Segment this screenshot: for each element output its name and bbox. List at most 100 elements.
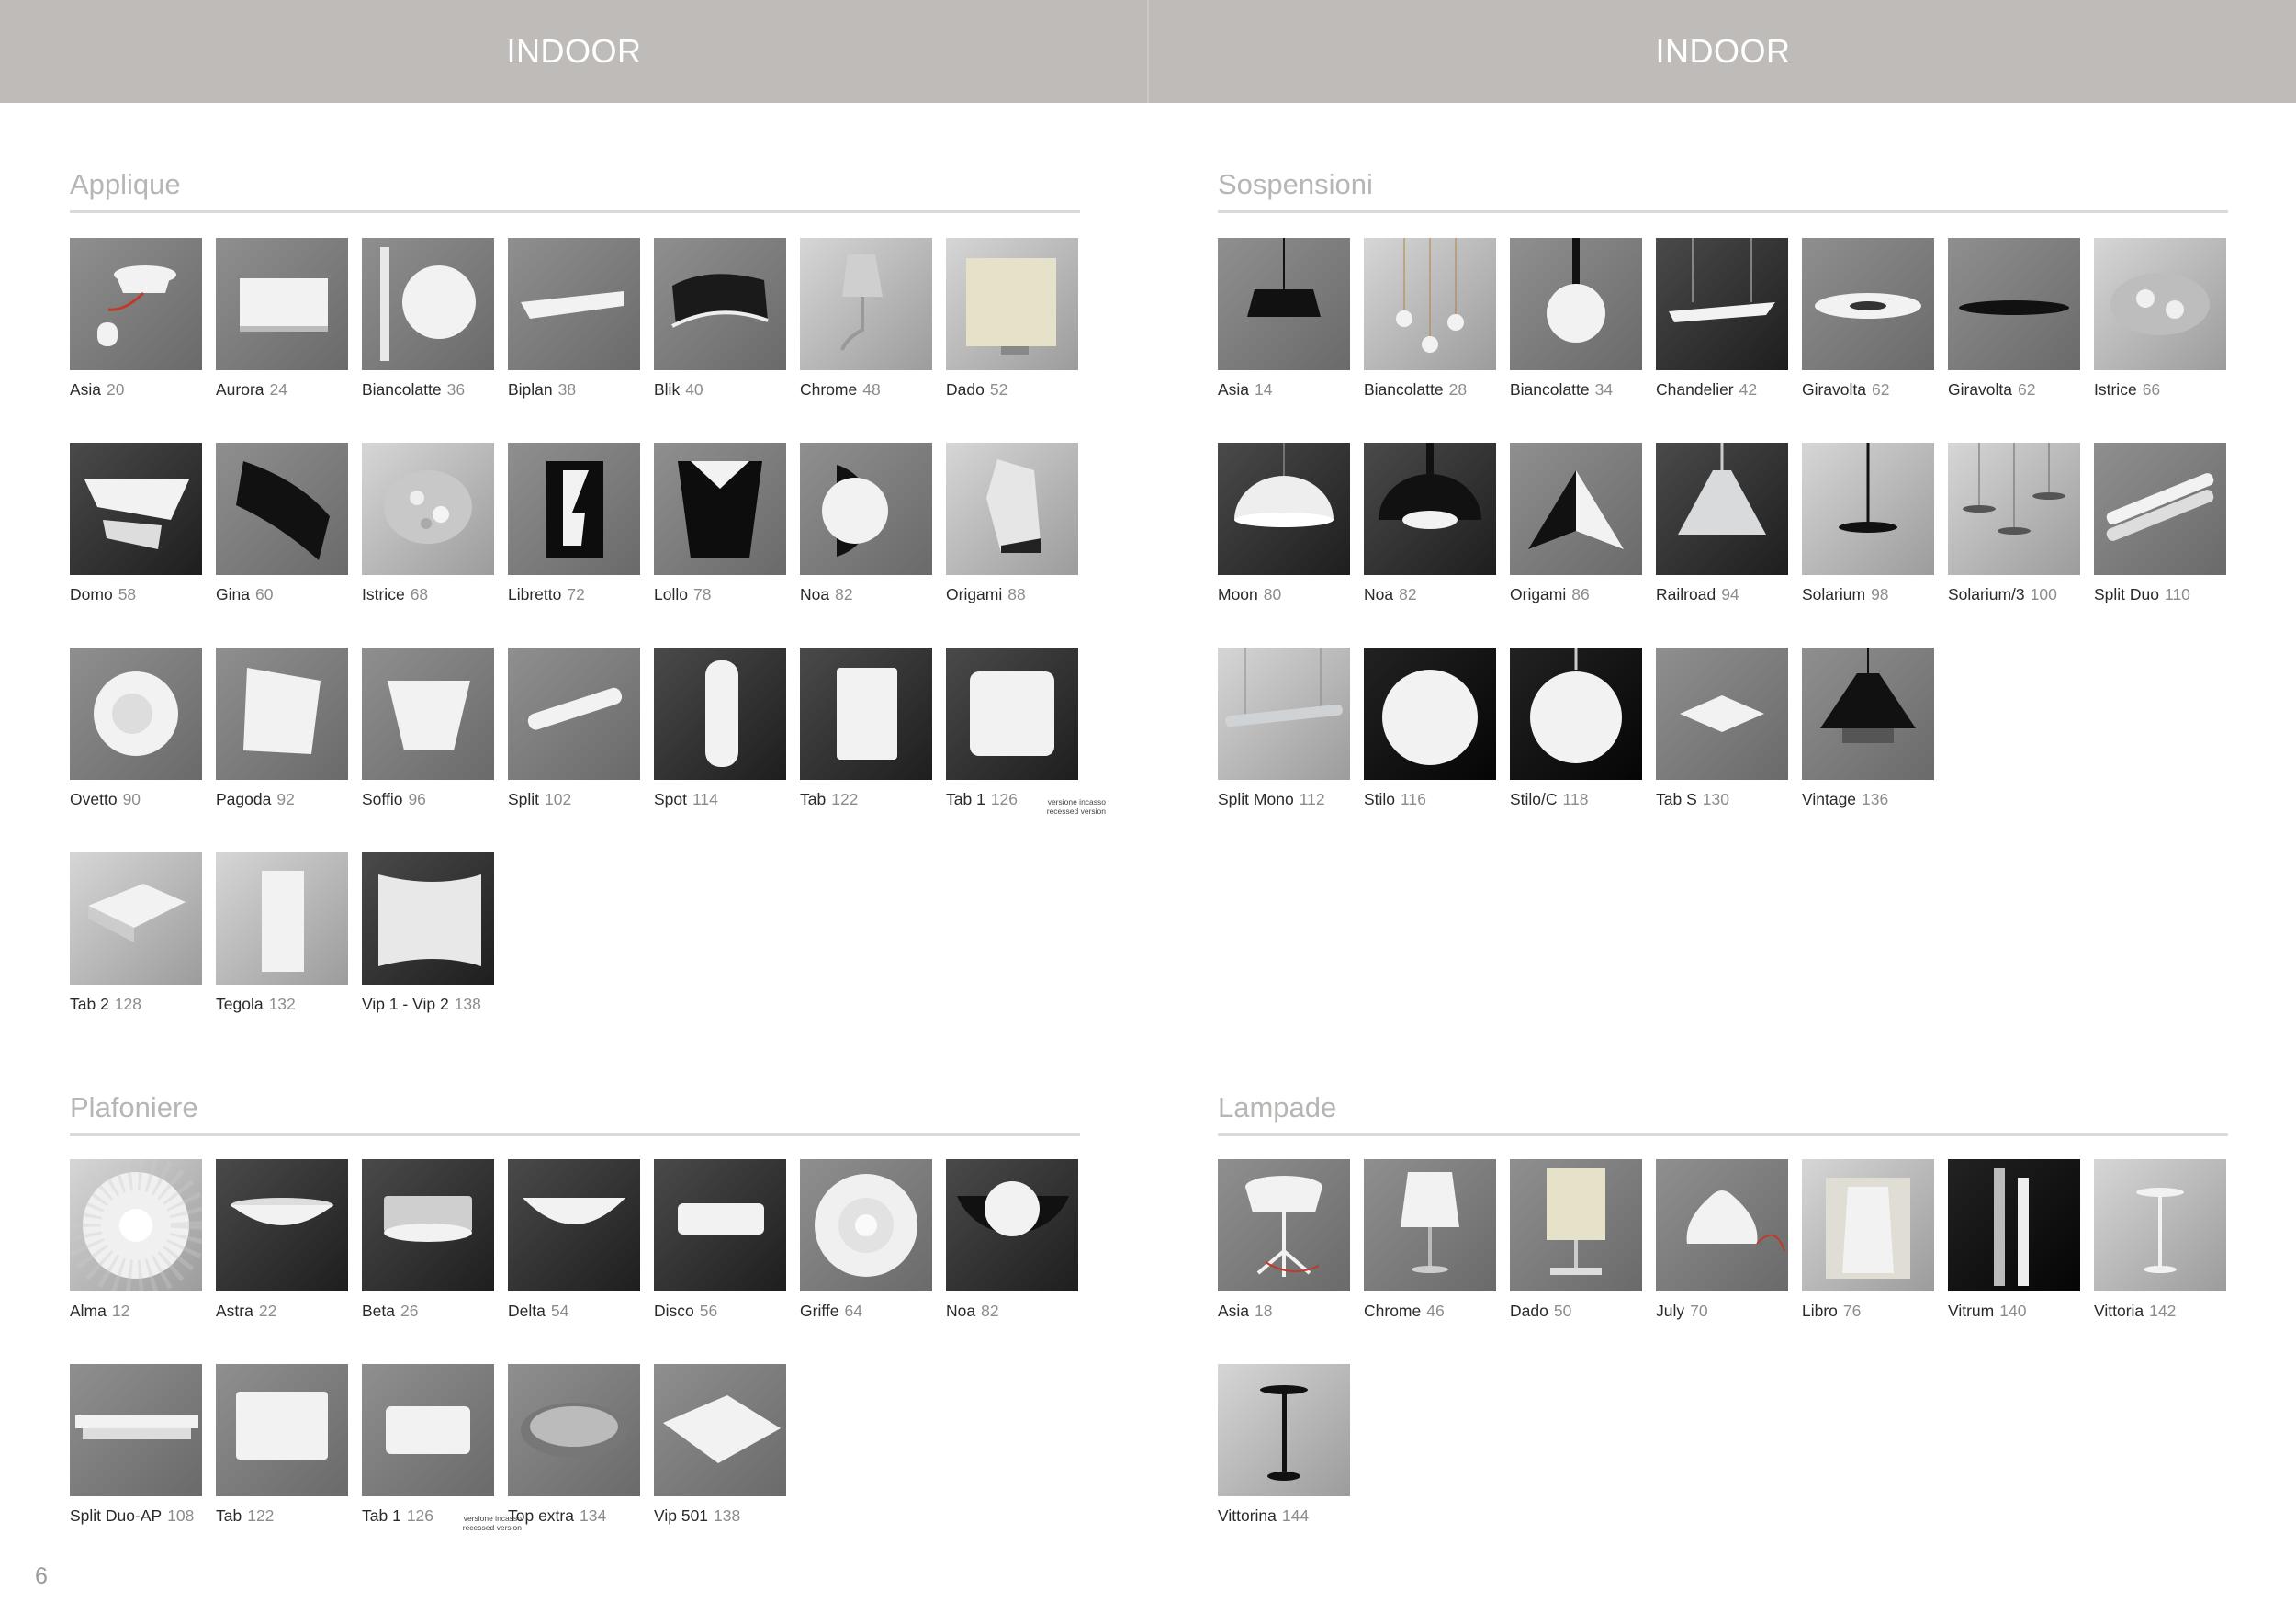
product-card[interactable]: Giravolta 62 [1802,238,1936,422]
product-card[interactable]: Vittorina 144 [1218,1364,1352,1548]
wall-book-black-icon[interactable] [508,443,640,575]
product-card[interactable]: Aurora 24 [216,238,350,422]
pendant-cage-black-icon[interactable] [1802,648,1934,780]
table-bell-icon[interactable] [1656,1159,1788,1291]
wall-tile-icon[interactable] [216,852,348,985]
product-card[interactable]: Biplan 38 [508,238,642,422]
product-card[interactable]: Spot 114 [654,648,788,831]
ceiling-half-bowl-icon[interactable] [946,1159,1078,1291]
wall-lamp-red-arm-icon[interactable] [70,238,202,370]
pendant-multi-globes-icon[interactable] [1364,238,1496,370]
ceiling-square-icon[interactable] [216,1364,348,1496]
product-card[interactable]: Noa 82 [800,443,934,626]
pendant-globe-chain-icon[interactable] [1510,648,1642,780]
product-card[interactable]: Tab S 130 [1656,648,1790,831]
product-card[interactable]: Astra 22 [216,1159,350,1343]
product-card[interactable]: Origami 88 [946,443,1080,626]
product-card[interactable]: Biancolatte 34 [1510,238,1644,422]
product-card[interactable]: Istrice 68 [362,443,496,626]
pendant-single-tube-icon[interactable] [1218,648,1350,780]
product-card[interactable]: July 70 [1656,1159,1790,1343]
ceiling-drum-chrome-icon[interactable] [362,1159,494,1291]
product-card[interactable]: Libro 76 [1802,1159,1936,1343]
product-card[interactable]: Vip 1 - Vip 2 138 [362,852,496,1036]
wall-globe-icon[interactable] [362,238,494,370]
product-card[interactable]: Origami 86 [1510,443,1644,626]
product-card[interactable]: Moon 80 [1218,443,1352,626]
product-card[interactable]: Asia 20 [70,238,204,422]
wall-crystal-icon[interactable] [362,443,494,575]
product-card[interactable]: Griffe 64 [800,1159,934,1343]
wall-curved-panel-icon[interactable] [362,852,494,985]
pendant-globe-large-icon[interactable] [1364,648,1496,780]
wall-pagoda-icon[interactable] [216,648,348,780]
pendant-disc-icon[interactable] [1948,238,2080,370]
ceiling-bowl-dark-icon[interactable] [508,1159,640,1291]
pendant-double-tube-icon[interactable] [2094,443,2226,575]
product-card[interactable]: Tab 122 [800,648,934,831]
product-card[interactable]: Top extra 134 [508,1364,642,1548]
product-card[interactable]: Chandelier 42 [1656,238,1790,422]
ceiling-disc-icon[interactable] [654,1159,786,1291]
product-card[interactable]: Tab 2 128 [70,852,204,1036]
wall-cone-white-icon[interactable] [362,648,494,780]
product-card[interactable]: Vip 501 138 [654,1364,788,1548]
pendant-dome-black-icon[interactable] [1364,443,1496,575]
pendant-solarium-three-icon[interactable] [1948,443,2080,575]
ceiling-swirl-icon[interactable] [800,1159,932,1291]
wall-fabric-cube-icon[interactable] [946,238,1078,370]
product-card[interactable]: Dado 50 [1510,1159,1644,1343]
pendant-origami-icon[interactable] [1510,443,1642,575]
wall-chrome-shade-icon[interactable] [800,238,932,370]
product-card[interactable]: Stilo/C 118 [1510,648,1644,831]
table-slim-icon[interactable] [2094,1159,2226,1291]
pendant-ring-icon[interactable] [1802,238,1934,370]
wall-round-shell-icon[interactable] [70,648,202,780]
wall-cone-black-icon[interactable] [654,443,786,575]
pendant-solarium-icon[interactable] [1802,443,1934,575]
product-card[interactable]: Istrice 66 [2094,238,2228,422]
product-card[interactable]: Split Duo 110 [2094,443,2228,626]
product-card[interactable]: Giravolta 62 [1948,238,2082,422]
product-card[interactable]: Beta 26 [362,1159,496,1343]
product-card[interactable]: Delta 54 [508,1159,642,1343]
pendant-railroad-icon[interactable] [1656,443,1788,575]
pendant-chandelier-icon[interactable] [1656,238,1788,370]
product-card[interactable]: Biancolatte 36 [362,238,496,422]
wall-panel-black-icon[interactable] [216,238,348,370]
pendant-dome-white-icon[interactable] [1218,443,1350,575]
pendant-globe-icon[interactable] [1510,238,1642,370]
product-card[interactable]: Stilo 116 [1364,648,1498,831]
wall-half-bowl-icon[interactable] [800,443,932,575]
product-card[interactable]: Solarium 98 [1802,443,1936,626]
product-card[interactable]: Chrome 46 [1364,1159,1498,1343]
wall-bar-icon[interactable] [508,238,640,370]
product-card[interactable]: Chrome 48 [800,238,934,422]
product-card[interactable]: Asia 18 [1218,1159,1352,1343]
wall-wave-black-icon[interactable] [654,238,786,370]
product-card[interactable]: Ovetto 90 [70,648,204,831]
product-card[interactable]: Biancolatte 28 [1364,238,1498,422]
wall-recessed-square-icon[interactable] [946,648,1078,780]
product-card[interactable]: Asia 14 [1218,238,1352,422]
pendant-drum-black-icon[interactable] [1218,238,1350,370]
product-card[interactable]: Lollo 78 [654,443,788,626]
ceiling-curved-square-icon[interactable] [654,1364,786,1496]
product-card[interactable]: Blik 40 [654,238,788,422]
product-card[interactable]: Split 102 [508,648,642,831]
product-card[interactable]: Solarium/3 100 [1948,443,2082,626]
wall-square-box-icon[interactable] [70,852,202,985]
table-slim-black-icon[interactable] [1218,1364,1350,1496]
ceiling-petals-icon[interactable] [70,1159,202,1291]
pendant-square-icon[interactable] [1656,648,1788,780]
floor-glass-columns-icon[interactable] [1948,1159,2080,1291]
wall-origami-icon[interactable] [946,443,1078,575]
wall-square-tall-icon[interactable] [800,648,932,780]
product-card[interactable]: Gina 60 [216,443,350,626]
product-card[interactable]: Vitrum 140 [1948,1159,2082,1343]
ceiling-round-grey-icon[interactable] [508,1364,640,1496]
table-book-icon[interactable] [1802,1159,1934,1291]
ceiling-dome-dark-icon[interactable] [216,1159,348,1291]
product-card[interactable]: Vintage 136 [1802,648,1936,831]
product-card[interactable]: Disco 56 [654,1159,788,1343]
